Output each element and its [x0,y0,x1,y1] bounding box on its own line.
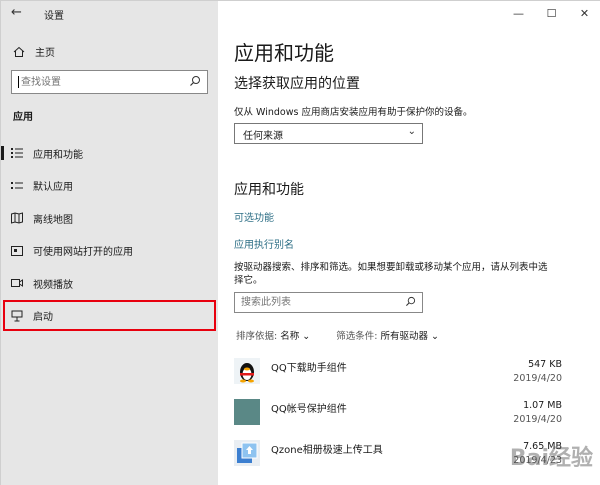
search-icon[interactable] [405,296,416,310]
title-bar: ← 设置 [1,1,218,27]
app-source-dropdown[interactable]: 任何来源 ⌄ [234,123,423,144]
sidebar-item-default-apps[interactable]: 默认应用 [1,170,218,203]
settings-search-box[interactable] [11,70,208,94]
app-list-item[interactable]: QQ帐号保护组件 1.07 MB 2019/4/20 [234,398,580,439]
apps-features-heading: 应用和功能 [234,182,304,198]
sidebar-item-label: 默认应用 [33,182,73,194]
filter-label: 筛选条件: [336,331,378,342]
settings-search-input[interactable] [21,74,181,90]
section-label: 应用 [13,112,33,123]
home-link[interactable]: 主页 [13,44,55,59]
page-title: 应用和功能 [234,41,334,65]
app-name: QQ帐号保护组件 [271,404,347,415]
location-heading: 选择获取应用的位置 [234,76,360,92]
sidebar-item-apps-features[interactable]: 应用和功能 [1,137,218,170]
chevron-down-icon: ⌄ [302,331,311,342]
web-open-icon [11,245,23,257]
home-label: 主页 [35,48,55,59]
sort-value: 名称 [280,331,300,342]
minimize-button[interactable]: — [502,1,535,25]
app-date: 2019/4/20 [513,373,562,384]
app-size: 547 KB [528,359,562,370]
app-list-search-input[interactable] [241,295,391,310]
app-name: QQ下载助手组件 [271,363,347,374]
text-caret [18,76,19,88]
app-list-item[interactable]: QQ下载助手组件 547 KB 2019/4/20 [234,357,580,398]
home-icon [13,46,25,58]
sidebar-item-web-apps[interactable]: 可使用网站打开的应用 [1,235,218,268]
chevron-down-icon: ⌄ [431,331,439,342]
list-icon [11,147,23,159]
optional-features-link[interactable]: 可选功能 [234,209,274,224]
window-controls: — ☐ ✕ [502,1,600,27]
close-button[interactable]: ✕ [568,1,600,25]
dropdown-value: 任何来源 [243,131,283,142]
sidebar-item-offline-maps[interactable]: 离线地图 [1,202,218,235]
app-date: 2019/4/20 [513,414,562,425]
app-execution-alias-link[interactable]: 应用执行别名 [234,236,294,251]
qq-penguin-icon [234,358,260,384]
sort-label: 排序依据: [236,331,278,342]
back-arrow-icon[interactable]: ← [11,5,22,20]
chevron-down-icon: ⌄ [407,126,416,137]
startup-highlight-box [3,300,216,331]
search-description: 按驱动器搜索、排序和筛选。如果想要卸载或移动某个应用，请从列表中选择它。 [234,262,548,286]
app-size: 1.07 MB [523,400,562,411]
app-list-search-box[interactable] [234,292,423,313]
filter-control[interactable]: 筛选条件: 所有驱动器 ⌄ [336,328,439,342]
sidebar-item-label: 可使用网站打开的应用 [33,247,133,259]
watermark: Bai经验 [509,446,593,471]
sidebar: ← 设置 主页 应用 应用和功能 [1,1,218,485]
settings-window: ← 设置 主页 应用 应用和功能 [0,0,600,485]
sidebar-item-label: 离线地图 [33,214,73,226]
sort-control[interactable]: 排序依据: 名称 ⌄ [236,328,310,342]
qzone-upload-icon [234,440,260,466]
map-icon [11,212,23,224]
app-name: Qzone相册极速上传工具 [271,445,383,456]
main-content: — ☐ ✕ 应用和功能 选择获取应用的位置 仅从 Windows 应用商店安装应… [218,1,600,485]
teal-square-icon [234,399,260,425]
video-icon [11,277,23,289]
default-apps-icon [11,180,23,192]
sidebar-item-label: 应用和功能 [33,149,83,161]
sidebar-item-video-playback[interactable]: 视频播放 [1,267,218,300]
filter-value: 所有驱动器 [380,331,428,342]
sort-filter-row: 排序依据: 名称 ⌄ 筛选条件: 所有驱动器 ⌄ [236,328,439,342]
window-title: 设置 [44,11,64,22]
location-description: 仅从 Windows 应用商店安装应用有助于保护你的设备。 [234,107,473,118]
search-icon[interactable] [189,75,201,90]
maximize-button[interactable]: ☐ [535,1,568,25]
sidebar-item-label: 视频播放 [33,279,73,291]
